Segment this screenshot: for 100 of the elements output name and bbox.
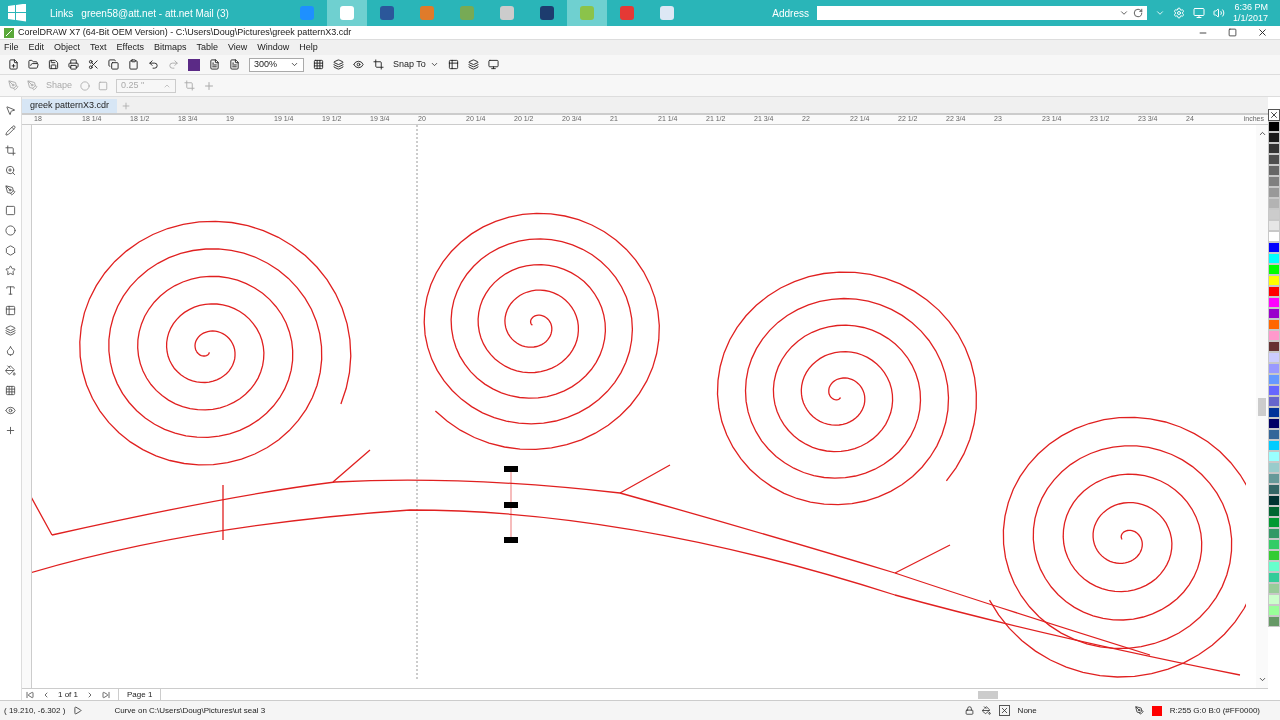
menu-item[interactable]: View (227, 40, 248, 55)
palette-swatch[interactable] (1268, 473, 1280, 484)
palette-swatch[interactable] (1268, 616, 1280, 627)
undo-icon[interactable] (148, 59, 159, 70)
palette-swatch[interactable] (1268, 275, 1280, 286)
close-icon[interactable] (1257, 27, 1268, 38)
palette-swatch[interactable] (1268, 517, 1280, 528)
palette-swatch[interactable] (1268, 396, 1280, 407)
palette-swatch[interactable] (1268, 363, 1280, 374)
palette-swatch[interactable] (1268, 561, 1280, 572)
fill-icon[interactable] (5, 365, 16, 376)
grid-icon[interactable] (5, 385, 16, 396)
volume-icon[interactable] (1212, 7, 1225, 19)
palette-swatch[interactable] (1268, 209, 1280, 220)
palette-swatch[interactable] (1268, 528, 1280, 539)
palette-swatch[interactable] (1268, 341, 1280, 352)
menu-item[interactable]: Object (54, 40, 81, 55)
palette-swatch[interactable] (1268, 319, 1280, 330)
snap-to-button[interactable]: Snap To (393, 57, 439, 72)
palette-swatch[interactable] (1268, 451, 1280, 462)
dropdown-icon[interactable] (1118, 8, 1129, 18)
palette-swatch[interactable] (1268, 308, 1280, 319)
table-icon[interactable] (5, 305, 16, 316)
scroll-thumb[interactable] (1258, 397, 1266, 416)
horizontal-scroll-thumb[interactable] (978, 690, 998, 699)
palette-swatch[interactable] (1268, 121, 1280, 132)
menu-item[interactable]: Bitmaps (153, 40, 187, 55)
palette-swatch[interactable] (1268, 132, 1280, 143)
palette-swatch[interactable] (1268, 407, 1280, 418)
palette-swatch[interactable] (1268, 231, 1280, 242)
palette-swatch[interactable] (1268, 253, 1280, 264)
windows-start-icon[interactable] (8, 4, 26, 22)
zoom-icon[interactable] (5, 165, 16, 176)
paste-icon[interactable] (128, 59, 139, 70)
fill-icon[interactable] (981, 706, 991, 715)
outline-pen-icon[interactable] (1134, 706, 1144, 715)
rectangle-icon[interactable] (5, 205, 16, 216)
next-page-icon[interactable] (86, 690, 94, 699)
ellipse-icon[interactable] (5, 225, 16, 236)
palette-swatch[interactable] (1268, 418, 1280, 429)
last-page-icon[interactable] (102, 690, 110, 699)
palette-swatch[interactable] (1268, 385, 1280, 396)
palette-swatch[interactable] (1268, 198, 1280, 209)
plus-icon[interactable] (5, 425, 16, 436)
palette-swatch[interactable] (1268, 440, 1280, 451)
open-icon[interactable] (28, 59, 39, 70)
palette-swatch[interactable] (1268, 352, 1280, 363)
palette-swatch[interactable] (1268, 539, 1280, 550)
palette-swatch[interactable] (1268, 605, 1280, 616)
palette-swatch[interactable] (1268, 374, 1280, 385)
redo-icon[interactable] (168, 59, 179, 70)
palette-swatch[interactable] (1268, 429, 1280, 440)
menu-item[interactable]: Window (257, 40, 290, 55)
layers-icon[interactable] (5, 325, 16, 336)
play-icon[interactable] (73, 706, 83, 715)
palette-swatch[interactable] (1268, 220, 1280, 231)
palette-swatch[interactable] (1268, 165, 1280, 176)
palette-swatch[interactable] (1268, 242, 1280, 253)
palette-swatch[interactable] (1268, 484, 1280, 495)
palette-swatch[interactable] (1268, 506, 1280, 517)
palette-swatch[interactable] (1268, 583, 1280, 594)
palette-swatch[interactable] (1268, 297, 1280, 308)
palette-swatch[interactable] (1268, 550, 1280, 561)
palette-swatch[interactable] (1268, 187, 1280, 198)
scroll-up-icon[interactable] (1257, 129, 1267, 138)
dropdown-icon[interactable] (290, 60, 299, 69)
scroll-down-icon[interactable] (1257, 675, 1267, 684)
spiral-pattern-drawing[interactable] (32, 212, 1246, 678)
palette-swatch[interactable] (1268, 143, 1280, 154)
maximize-icon[interactable] (1228, 28, 1237, 37)
no-color-icon[interactable] (1268, 109, 1280, 121)
refresh-icon[interactable] (1132, 8, 1143, 18)
save-icon[interactable] (48, 59, 59, 70)
print-icon[interactable] (68, 59, 79, 70)
palette-swatch[interactable] (1268, 286, 1280, 297)
palette-swatch[interactable] (1268, 572, 1280, 583)
menu-item[interactable]: Text (90, 40, 107, 55)
crop-icon[interactable] (5, 145, 16, 156)
new-file-icon[interactable] (8, 59, 19, 70)
menu-item[interactable]: Effects (116, 40, 144, 55)
polygon-icon[interactable] (5, 245, 16, 256)
lock-icon[interactable] (964, 706, 974, 715)
page-tab[interactable]: Page 1 (118, 687, 162, 702)
address-field[interactable] (816, 6, 1147, 20)
palette-swatch[interactable] (1268, 154, 1280, 165)
selection-handle-icon[interactable] (504, 502, 518, 508)
menu-item[interactable]: File (4, 40, 19, 55)
palette-swatch[interactable] (1268, 330, 1280, 341)
zoom-dropdown[interactable]: 300% (249, 57, 304, 72)
document-tab[interactable]: greek patternX3.cdr (22, 99, 118, 113)
first-page-icon[interactable] (26, 690, 34, 699)
gear-icon[interactable] (1172, 7, 1185, 19)
view-icon[interactable] (353, 59, 364, 70)
chevron-icon[interactable] (1154, 8, 1165, 18)
menu-item[interactable]: Table (196, 40, 218, 55)
cut-icon[interactable] (88, 59, 99, 70)
palette-swatch[interactable] (1268, 176, 1280, 187)
menu-item[interactable]: Edit (28, 40, 45, 55)
copy-icon[interactable] (108, 59, 119, 70)
palette-swatch[interactable] (1268, 264, 1280, 275)
